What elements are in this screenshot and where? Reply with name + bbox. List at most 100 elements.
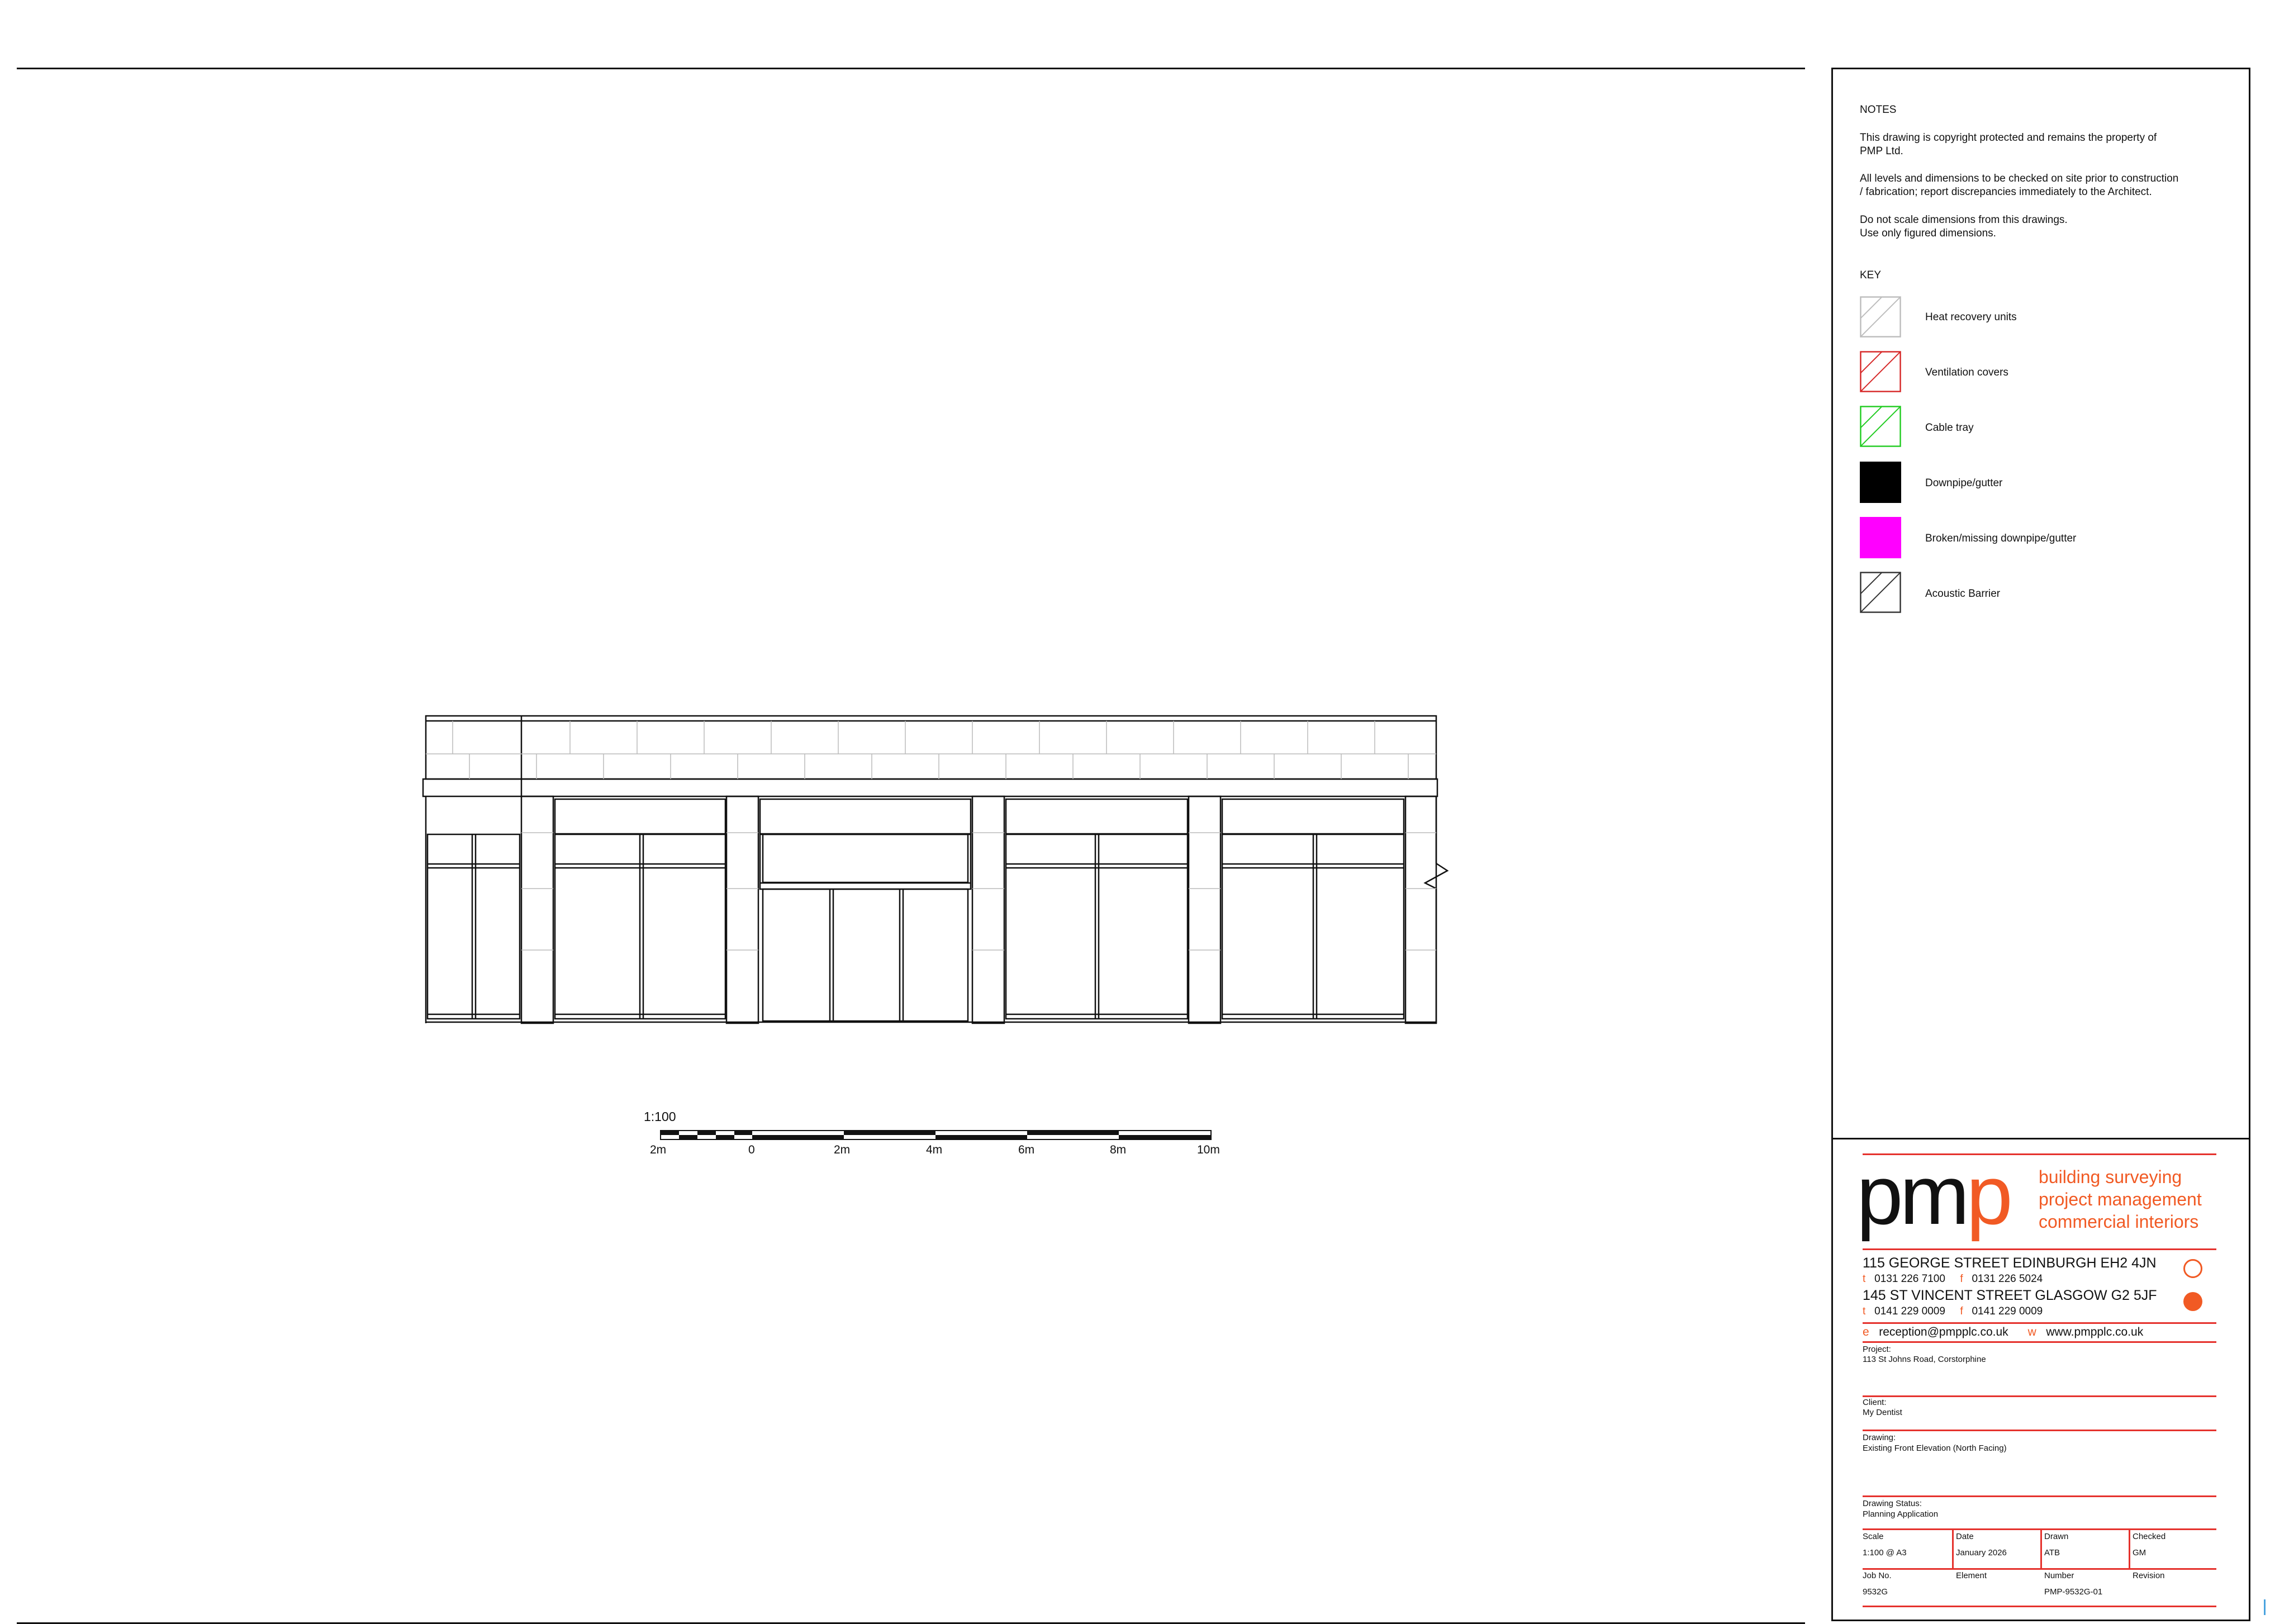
cornice-band	[422, 778, 1438, 797]
scale-value: 1:100 @ A3	[1863, 1548, 1907, 1557]
email-label: e	[1863, 1326, 1869, 1338]
edinburgh-phones: t 0131 226 7100 f 0131 226 5024	[1863, 1273, 2043, 1285]
tagline-project-management: project management	[2039, 1189, 2202, 1209]
status-label: Drawing Status:	[1863, 1499, 1922, 1508]
key-heading: KEY	[1860, 269, 1882, 281]
contact-rule-top	[1863, 1322, 2216, 1324]
key-swatch-heat-recovery	[1860, 296, 1901, 338]
number-label: Number	[2044, 1571, 2074, 1580]
key-label-heat-recovery: Heat recovery units	[1925, 311, 2017, 323]
glasgow-tel: 0141 229 0009	[1874, 1305, 1945, 1317]
edinburgh-fax: 0131 226 5024	[1972, 1273, 2043, 1285]
window-bay-2	[554, 798, 726, 1020]
drawn-label: Drawn	[2044, 1532, 2069, 1541]
bottom-rule	[1863, 1606, 2216, 1607]
glasgow-f-label: f	[1960, 1305, 1963, 1317]
window-bay-1	[426, 833, 521, 1020]
project-label: Project:	[1863, 1345, 1891, 1354]
web-link[interactable]: www.pmpplc.co.uk	[2046, 1326, 2143, 1338]
fascia-brick-coursing	[426, 721, 1436, 779]
note-levels-line-2: / fabrication; report discrepancies imme…	[1860, 186, 2152, 198]
tagline-commercial-interiors: commercial interiors	[2039, 1212, 2199, 1232]
key-swatch-acoustic-barrier	[1860, 572, 1901, 613]
date-label: Date	[1956, 1532, 1974, 1541]
edinburgh-f-label: f	[1960, 1273, 1963, 1285]
edinburgh-address: 115 GEORGE STREET EDINBURGH EH2 4JN	[1863, 1255, 2157, 1271]
client-value: My Dentist	[1863, 1408, 1902, 1417]
key-label-ventilation-covers: Ventilation covers	[1925, 367, 2008, 378]
contact-rule-bottom	[1863, 1341, 2216, 1343]
key-label-acoustic-barrier: Acoustic Barrier	[1925, 588, 2001, 600]
job-row-rule	[1863, 1568, 2216, 1570]
pmp-logo-pm: pm	[1856, 1148, 1969, 1242]
panel-divider	[1831, 1138, 2250, 1139]
tagline-building-surveying: building surveying	[2039, 1167, 2182, 1187]
contact-line: e reception@pmpplc.co.uk w www.pmpplc.co…	[1863, 1326, 2143, 1339]
drawing-label: Drawing:	[1863, 1433, 1896, 1442]
glasgow-address: 145 ST VINCENT STREET GLASGOW G2 5JF	[1863, 1288, 2157, 1303]
key-swatch-cable-tray	[1860, 406, 1901, 447]
scale-tick-label: 0	[748, 1143, 755, 1156]
job-label: Job No.	[1863, 1571, 1892, 1580]
scale-tick-label: 6m	[1018, 1143, 1035, 1156]
grid-separator-2	[2040, 1528, 2042, 1569]
pmp-logo: pmp	[1856, 1145, 2013, 1245]
scale-tick-label: 8m	[1110, 1143, 1127, 1156]
drawing-rule	[1863, 1430, 2216, 1431]
note-scale-line-1: Do not scale dimensions from this drawin…	[1860, 214, 2068, 226]
fascia-parapet	[425, 715, 1437, 780]
number-value: PMP-9532G-01	[2044, 1587, 2103, 1597]
key-swatch-broken-downpipe	[1860, 517, 1901, 558]
scale-ratio-label: 1:100	[644, 1109, 676, 1124]
notes-heading: NOTES	[1860, 104, 1897, 116]
front-elevation-drawing	[422, 715, 1449, 1024]
pilaster-coursing	[521, 832, 1436, 951]
scale-tick-label: 4m	[926, 1143, 943, 1156]
window-bay-4	[1221, 798, 1405, 1020]
corner-marker	[2264, 1599, 2266, 1615]
note-scale-line-2: Use only figured dimensions.	[1860, 227, 1996, 239]
scale-label: Scale	[1863, 1532, 1884, 1541]
drawing-value: Existing Front Elevation (North Facing)	[1863, 1443, 2007, 1453]
note-levels-line-1: All levels and dimensions to be checked …	[1860, 173, 2179, 184]
edinburgh-t-label: t	[1863, 1273, 1866, 1285]
key-label-downpipe: Downpipe/gutter	[1925, 477, 2003, 489]
drawn-value: ATB	[2044, 1548, 2060, 1557]
job-value: 9532G	[1863, 1587, 1888, 1597]
email-link[interactable]: reception@pmpplc.co.uk	[1879, 1326, 2008, 1338]
glasgow-marker-icon	[2183, 1292, 2202, 1311]
glasgow-t-label: t	[1863, 1305, 1866, 1317]
client-rule	[1863, 1395, 2216, 1397]
scale-tick-label: 2m	[834, 1143, 851, 1156]
key-label-broken-downpipe: Broken/missing downpipe/gutter	[1925, 533, 2077, 544]
window-bay-3	[1005, 798, 1189, 1020]
client-label: Client:	[1863, 1398, 1887, 1407]
key-swatch-downpipe	[1860, 462, 1901, 503]
revision-label: Revision	[2133, 1571, 2165, 1580]
grid-separator-3	[2129, 1528, 2130, 1569]
key-label-cable-tray: Cable tray	[1925, 422, 1974, 434]
status-rule	[1863, 1495, 2216, 1497]
scale-tick-label: 10m	[1197, 1143, 1220, 1156]
date-value: January 2026	[1956, 1548, 2007, 1557]
grid-separator-1	[1952, 1528, 1954, 1569]
company-logo-rule	[1863, 1248, 2216, 1250]
glasgow-fax: 0141 229 0009	[1972, 1305, 2043, 1317]
pilasters	[520, 795, 1437, 1024]
edinburgh-tel: 0131 226 7100	[1874, 1273, 1945, 1285]
pmp-logo-p: p	[1966, 1148, 2012, 1242]
note-copyright-line-2: PMP Ltd.	[1860, 145, 1903, 157]
element-label: Element	[1956, 1571, 1987, 1580]
checked-value: GM	[2133, 1548, 2146, 1557]
web-label: w	[2027, 1326, 2036, 1338]
sheet-top-border	[17, 68, 1805, 69]
status-value: Planning Application	[1863, 1509, 1939, 1519]
scale-tick-label: 2m	[650, 1143, 667, 1156]
note-copyright-line-1: This drawing is copyright protected and …	[1860, 132, 2157, 144]
entrance-bay	[759, 798, 972, 1022]
checked-label: Checked	[2133, 1532, 2166, 1541]
edinburgh-marker-icon	[2183, 1259, 2202, 1278]
key-swatch-ventilation-covers	[1860, 351, 1901, 392]
scale-row-rule	[1863, 1528, 2216, 1530]
scale-bar	[660, 1130, 1212, 1140]
